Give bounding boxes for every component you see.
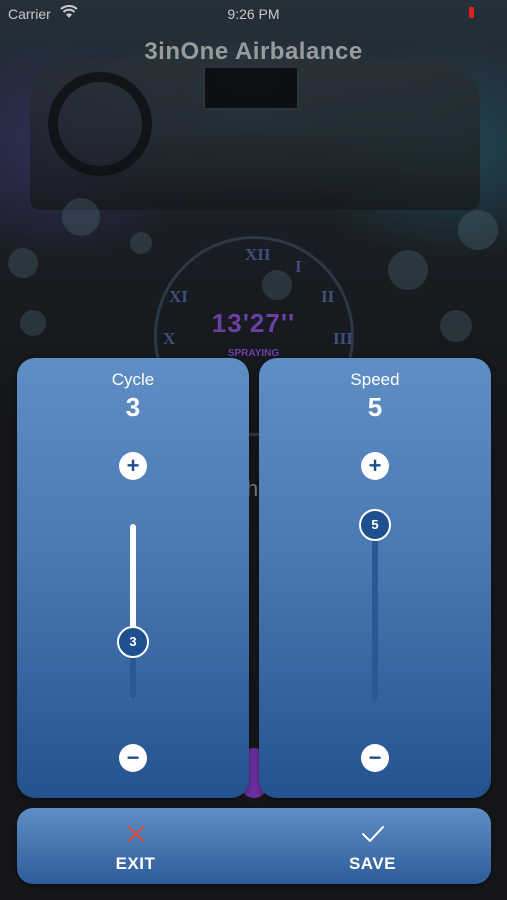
cycle-value: 3 <box>125 392 141 422</box>
save-label: SAVE <box>348 854 397 873</box>
bubble-decoration <box>388 250 428 290</box>
speed-decrease-button[interactable]: − <box>361 744 389 772</box>
speed-slider-handle[interactable]: 5 <box>359 509 391 541</box>
checkmark-icon <box>254 824 491 849</box>
cycle-decrease-button[interactable]: − <box>119 744 147 772</box>
minus-icon: − <box>368 745 382 770</box>
close-x-icon <box>17 824 254 849</box>
app-title: 3inOne Airbalance <box>144 38 363 65</box>
steering-wheel-image <box>48 72 152 176</box>
speed-increase-button[interactable]: + <box>361 452 389 480</box>
speed-value: 5 <box>367 392 383 422</box>
bubble-decoration <box>8 248 38 278</box>
exit-button[interactable]: EXIT <box>17 808 254 884</box>
plus-icon: + <box>368 453 382 478</box>
save-button[interactable]: SAVE <box>254 808 491 884</box>
cycle-increase-button[interactable]: + <box>119 452 147 480</box>
clock-numeral: I <box>295 257 302 276</box>
status-time: 9:26 PM <box>227 6 280 22</box>
car-infotainment-image <box>203 66 299 110</box>
clock-numeral: XI <box>169 287 188 306</box>
speed-card: Speed 5 + 5 − <box>259 358 491 798</box>
bubble-decoration <box>62 198 100 236</box>
clock-numeral: XII <box>245 245 271 264</box>
plus-icon: + <box>126 453 140 478</box>
battery-low-icon <box>469 7 474 18</box>
bubble-decoration <box>458 210 498 250</box>
minus-icon: − <box>126 745 140 770</box>
clock-numeral: II <box>321 287 335 306</box>
status-bar: Carrier 9:26 PM <box>0 0 507 28</box>
action-bar: EXIT SAVE <box>17 808 491 884</box>
speed-slider-track <box>372 524 378 700</box>
cycle-slider-handle[interactable]: 3 <box>117 626 149 658</box>
spray-timer: 13'27'' <box>211 308 296 338</box>
speed-label: Speed <box>350 370 400 389</box>
cycle-card: Cycle 3 + 3 − <box>17 358 249 798</box>
exit-label: EXIT <box>115 854 156 873</box>
cycle-label: Cycle <box>111 370 155 389</box>
bubble-decoration <box>130 232 152 254</box>
